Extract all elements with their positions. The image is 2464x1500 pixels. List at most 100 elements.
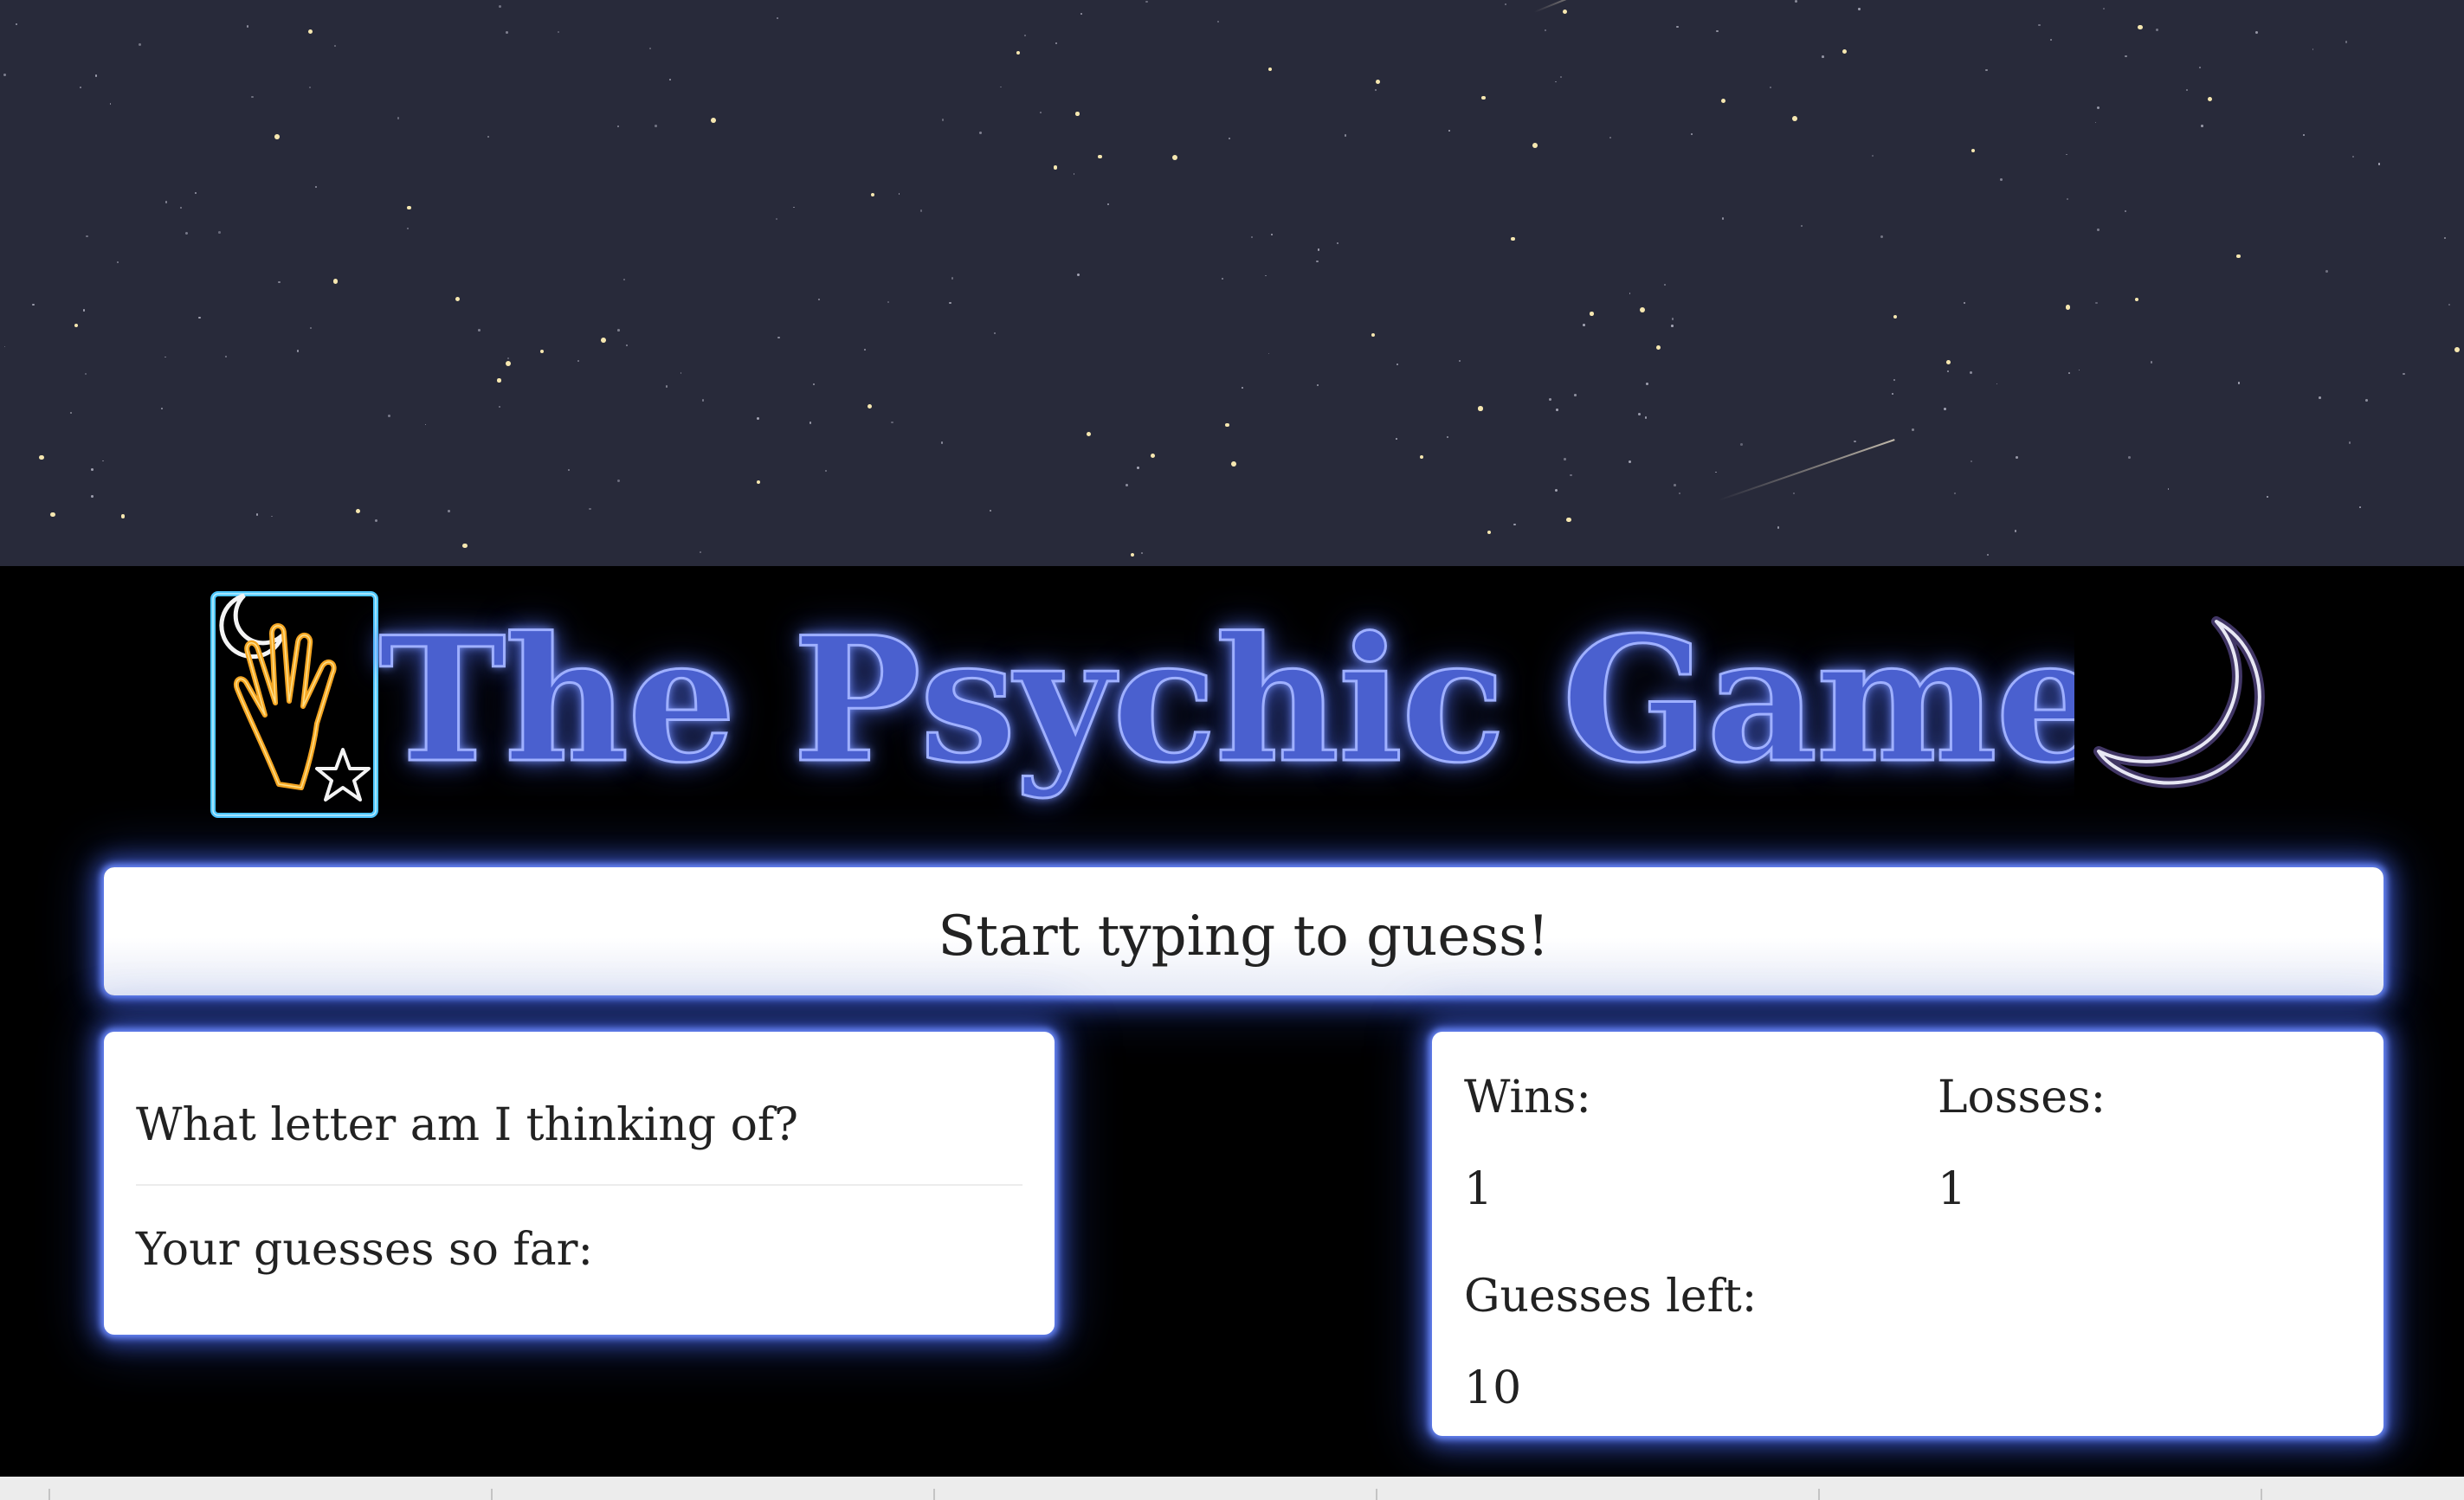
star [50,512,55,518]
star [1317,248,1320,251]
star [198,316,201,319]
star [407,205,411,210]
star [271,515,273,517]
star [74,324,78,328]
star [1420,455,1424,460]
star [1964,301,1966,304]
star [1268,67,1273,71]
star [120,514,126,518]
star [2125,55,2127,58]
star [2235,254,2241,259]
star [165,201,168,203]
star [1137,467,1140,470]
star [979,132,982,134]
star [1216,21,1219,23]
star [1740,443,1744,447]
star [1679,492,1681,494]
star [940,441,944,444]
star [2359,506,2361,508]
star [1629,293,1631,294]
star [1842,49,1848,55]
star [1986,554,1989,557]
star [15,23,17,25]
star [274,134,280,139]
star [1545,29,1547,32]
star [2448,303,2451,306]
star [994,332,997,334]
star [1396,438,1397,440]
star [2135,298,2139,302]
star [1590,312,1594,316]
star [407,227,410,230]
star [101,460,104,462]
star [2198,66,2201,68]
star [84,372,87,375]
star [2186,89,2189,92]
star [1555,489,1558,492]
star [117,261,119,264]
star [1609,137,1611,139]
star [864,348,867,351]
star [1795,0,1798,3]
star [462,543,468,549]
star [334,45,336,47]
star [1892,393,1893,395]
star [278,280,281,284]
star [2365,399,2368,402]
star [1481,95,1486,100]
star [478,329,481,332]
star [919,209,923,213]
star [817,298,820,300]
star [1716,29,1719,33]
star [1574,394,1577,396]
star [388,414,391,417]
star [1770,87,1771,88]
star [1656,345,1661,350]
star [224,356,227,358]
star [1676,25,1679,28]
star [1446,435,1448,439]
star [3,74,6,77]
scoreboard-card: Wins: 1 Losses: 1 Guesses left: 10 [1432,1032,2383,1436]
star [1570,473,1573,477]
star [2403,372,2405,375]
star [2443,236,2446,239]
star [2102,8,2105,10]
star [2127,456,2131,459]
star [1564,458,1566,460]
star [648,47,652,50]
star [810,422,812,424]
star [1336,241,1339,245]
star [1554,80,1557,83]
guesses-left-label: Guesses left: [1464,1271,1758,1323]
star [2150,361,2153,364]
star [1222,277,1224,280]
star [891,421,893,424]
star [867,403,872,409]
star [777,337,780,339]
star [1231,461,1237,467]
star [2325,270,2328,274]
star [775,218,777,221]
star [1556,409,1558,411]
star [1316,384,1319,387]
divider [1376,1489,1377,1500]
star [1374,88,1377,92]
star [1944,408,1947,410]
star [898,193,900,195]
star [887,300,890,304]
star [139,42,142,46]
star [246,25,249,28]
star [160,407,163,409]
star [251,95,254,99]
star [617,480,621,483]
shooting-star [1718,439,1895,501]
star [1140,552,1143,555]
star [1242,386,1244,389]
star [1893,378,1896,381]
star [1640,306,1646,312]
star [1080,12,1083,15]
star [1396,363,1399,366]
star [777,17,779,20]
star [1130,552,1135,557]
